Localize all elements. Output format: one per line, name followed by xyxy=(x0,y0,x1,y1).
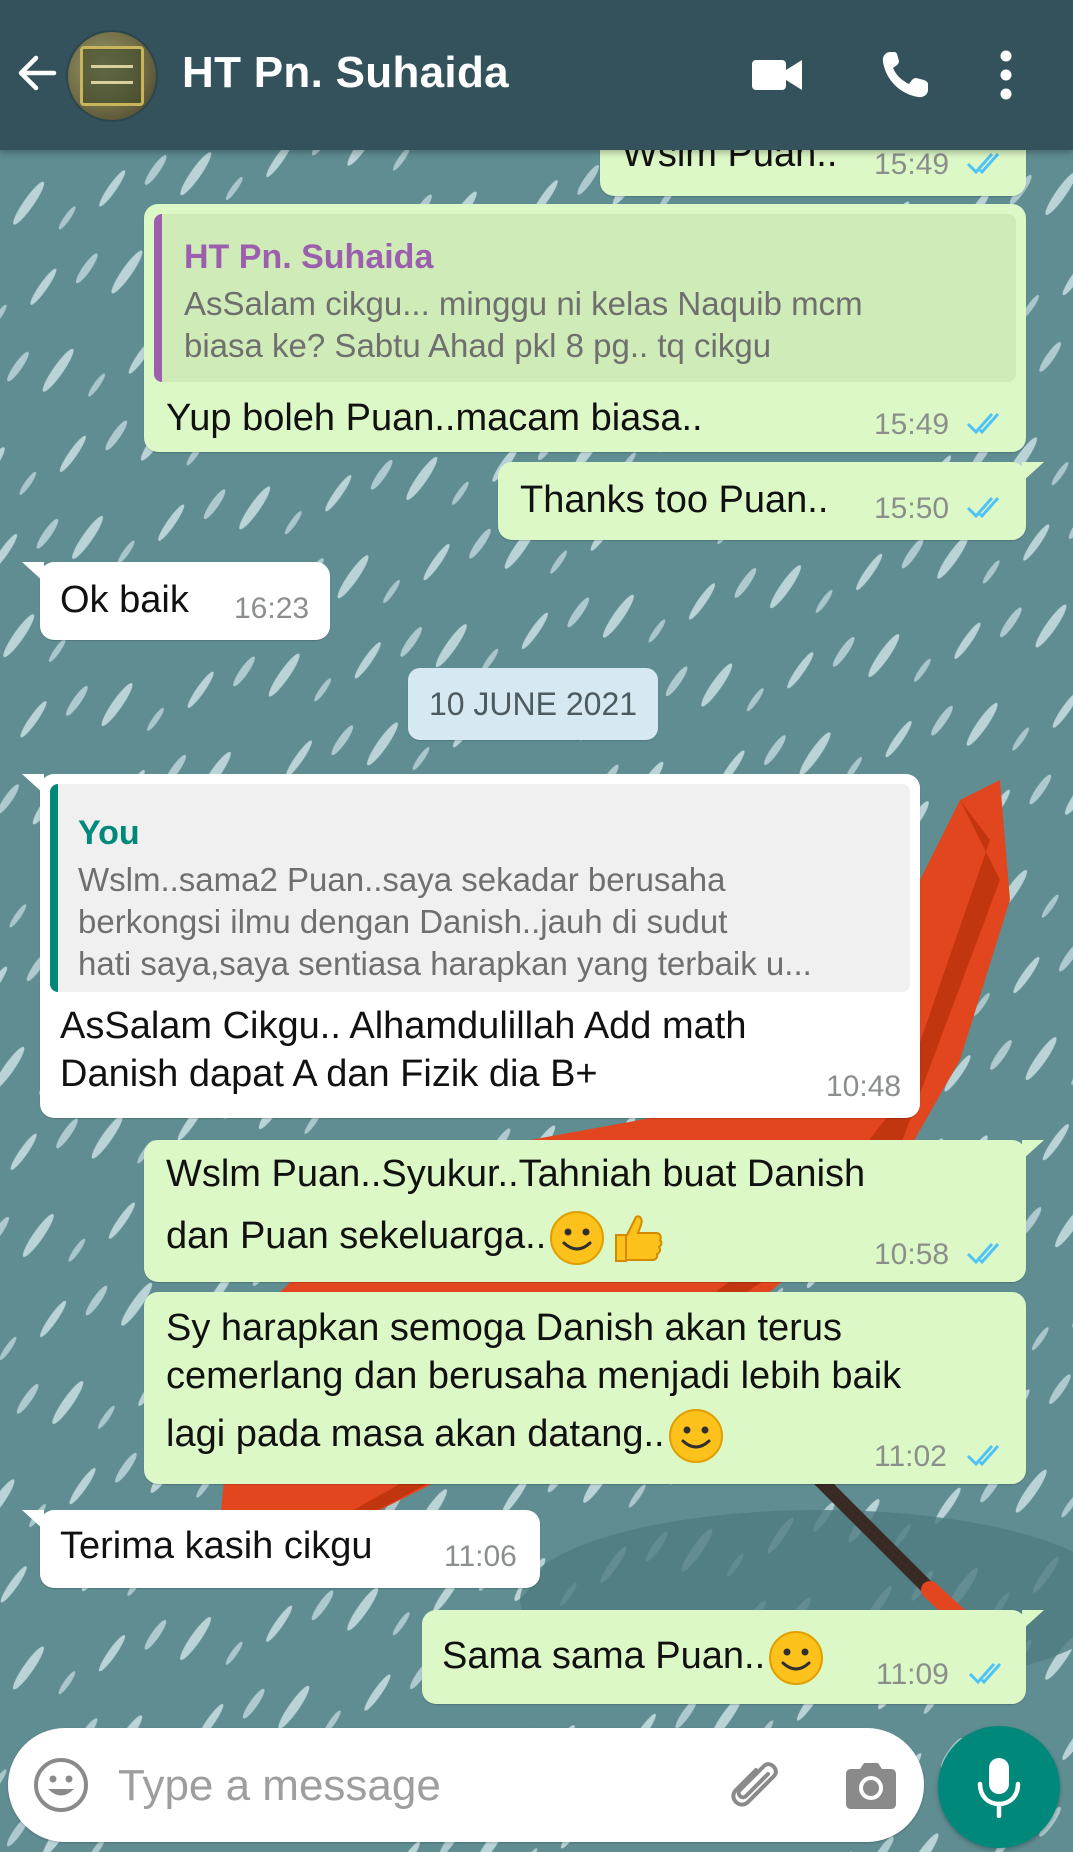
read-receipt-icon xyxy=(966,497,1000,519)
message-bubble[interactable]: Ok baik 16:23 xyxy=(22,562,330,640)
message-time: 10:58 xyxy=(874,1238,950,1271)
emoji-icon[interactable] xyxy=(32,1756,90,1814)
thumbs-up-emoji xyxy=(615,1215,663,1262)
voice-call-icon[interactable] xyxy=(876,46,934,104)
read-receipt-icon xyxy=(966,1243,1000,1265)
message-text: AsSalam Cikgu.. Alhamdulillah Add math xyxy=(60,1005,747,1047)
message-bubble[interactable]: HT Pn. Suhaida AsSalam cikgu... minggu n… xyxy=(144,204,1026,452)
message-bubble[interactable]: Thanks too Puan.. 15:50 xyxy=(498,462,1044,540)
message-text: Terima kasih cikgu xyxy=(60,1525,373,1567)
quoted-line: berkongsi ilmu dengan Danish..jauh di su… xyxy=(78,903,728,940)
quoted-message[interactable]: HT Pn. Suhaida AsSalam cikgu... minggu n… xyxy=(154,214,1016,382)
message-time: 16:23 xyxy=(234,592,310,625)
mic-button[interactable] xyxy=(938,1726,1060,1848)
message-time: 15:49 xyxy=(874,148,950,181)
message-text: Wslm Puan..Syukur..Tahniah buat Danish xyxy=(166,1153,866,1195)
message-bubble[interactable]: Sy harapkan semoga Danish akan terus cem… xyxy=(144,1292,1026,1484)
message-composer xyxy=(8,1728,924,1842)
quoted-line: biasa ke? Sabtu Ahad pkl 8 pg.. tq cikgu xyxy=(184,327,772,364)
message-text: Yup boleh Puan..macam biasa.. xyxy=(166,397,703,439)
message-text: Thanks too Puan.. xyxy=(520,479,829,521)
mic-icon xyxy=(977,1758,1021,1818)
message-bubble[interactable]: Terima kasih cikgu 11:06 xyxy=(22,1510,540,1588)
contact-name[interactable]: HT Pn. Suhaida xyxy=(182,48,509,98)
message-input[interactable] xyxy=(118,1756,678,1816)
message-text: lagi pada masa akan datang.. xyxy=(166,1404,725,1464)
quoted-line: Wslm..sama2 Puan..saya sekadar berusaha xyxy=(78,861,726,898)
message-time: 10:48 xyxy=(826,1070,902,1103)
quoted-line: AsSalam cikgu... minggu ni kelas Naquib … xyxy=(184,285,863,322)
message-time: 15:49 xyxy=(874,408,950,441)
read-receipt-icon xyxy=(966,413,1000,435)
message-bubble[interactable]: Sama sama Puan.. 11:09 xyxy=(422,1610,1044,1704)
smiling-face-emoji xyxy=(769,1630,824,1685)
smiling-face-emoji xyxy=(668,1408,723,1463)
message-time: 15:50 xyxy=(874,492,950,525)
message-text: Sy harapkan semoga Danish akan terus xyxy=(166,1307,842,1349)
message-text: Sama sama Puan.. xyxy=(442,1626,825,1686)
message-text: cemerlang dan berusaha menjadi lebih bai… xyxy=(166,1355,902,1397)
date-separator: 10 JUNE 2021 xyxy=(408,668,658,740)
message-bubble[interactable]: You Wslm..sama2 Puan..saya sekadar berus… xyxy=(22,774,920,1118)
message-text: Danish dapat A dan Fizik dia B+ xyxy=(60,1053,598,1095)
message-time: 11:02 xyxy=(874,1440,947,1473)
message-time: 11:06 xyxy=(444,1540,517,1573)
video-call-icon[interactable] xyxy=(748,46,806,104)
more-options-icon[interactable] xyxy=(986,46,1026,104)
attach-icon[interactable] xyxy=(724,1754,788,1818)
message-text: dan Puan sekeluarga.. xyxy=(166,1206,666,1266)
read-receipt-icon xyxy=(968,1663,1002,1685)
quoted-message[interactable]: You Wslm..sama2 Puan..saya sekadar berus… xyxy=(50,784,910,992)
read-receipt-icon xyxy=(966,153,1000,175)
camera-icon[interactable] xyxy=(842,1758,900,1814)
quoted-sender: You xyxy=(78,814,140,852)
message-text: Ok baik xyxy=(60,579,189,621)
message-bubble[interactable]: Wslm Puan..Syukur..Tahniah buat Danish d… xyxy=(144,1140,1044,1282)
smiling-face-emoji xyxy=(550,1210,605,1265)
read-receipt-icon xyxy=(966,1445,1000,1467)
message-time: 11:09 xyxy=(876,1658,949,1691)
quoted-line: hati saya,saya sentiasa harapkan yang te… xyxy=(78,945,812,982)
chat-header: HT Pn. Suhaida xyxy=(0,0,1073,150)
back-arrow-icon[interactable] xyxy=(14,50,60,96)
quoted-sender: HT Pn. Suhaida xyxy=(184,238,434,276)
contact-avatar[interactable] xyxy=(66,30,158,122)
